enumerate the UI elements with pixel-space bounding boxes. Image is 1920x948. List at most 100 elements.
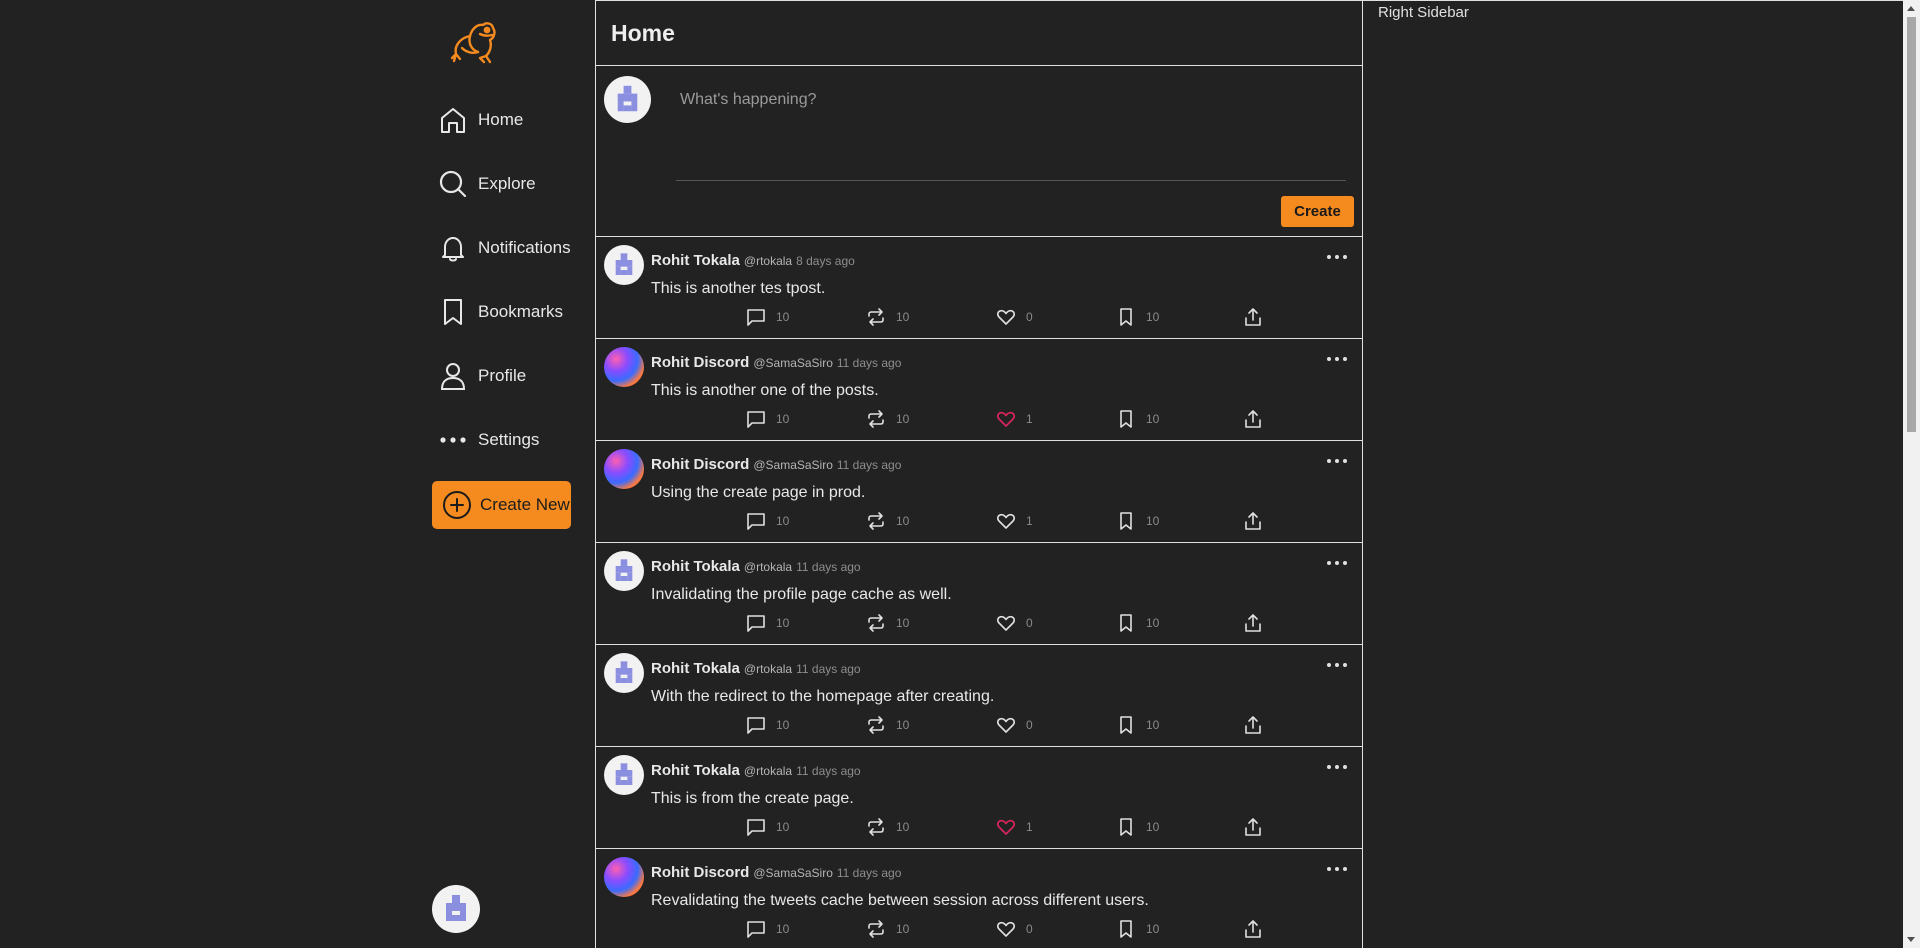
nav-item-settings[interactable]: Settings bbox=[438, 418, 598, 462]
like-button[interactable]: 0 bbox=[996, 307, 1033, 327]
post-author-name[interactable]: Rohit Discord bbox=[651, 354, 749, 371]
bookmark-button[interactable]: 10 bbox=[1116, 409, 1159, 429]
post-author-name[interactable]: Rohit Discord bbox=[651, 864, 749, 881]
post-avatar[interactable] bbox=[604, 347, 644, 387]
post-item[interactable]: Rohit Tokala @rtokala 11 days ago Invali… bbox=[596, 543, 1362, 645]
create-new-button[interactable]: Create New bbox=[432, 481, 571, 529]
share-button[interactable] bbox=[1243, 613, 1273, 633]
share-button[interactable] bbox=[1243, 919, 1273, 939]
like-button[interactable]: 1 bbox=[996, 409, 1033, 429]
post-actions: 10 10 0 10 bbox=[746, 715, 1266, 739]
post-author-handle[interactable]: @rtokala bbox=[744, 662, 792, 676]
post-author-handle[interactable]: @rtokala bbox=[744, 764, 792, 778]
post-author-name[interactable]: Rohit Tokala bbox=[651, 558, 740, 575]
post-author-handle[interactable]: @SamaSaSiro bbox=[753, 356, 833, 370]
post-avatar[interactable] bbox=[604, 755, 644, 795]
retweet-button[interactable]: 10 bbox=[866, 715, 909, 735]
comment-button[interactable]: 10 bbox=[746, 613, 789, 633]
post-avatar[interactable] bbox=[604, 245, 644, 285]
like-button[interactable]: 0 bbox=[996, 715, 1033, 735]
page-scrollbar[interactable] bbox=[1903, 0, 1920, 948]
post-timestamp: 8 days ago bbox=[796, 254, 855, 268]
retweet-button[interactable]: 10 bbox=[866, 409, 909, 429]
post-item[interactable]: Rohit Tokala @rtokala 11 days ago With t… bbox=[596, 645, 1362, 747]
heart-icon bbox=[997, 921, 1015, 937]
comment-count: 10 bbox=[776, 922, 790, 936]
identicon-icon bbox=[615, 253, 633, 275]
post-item[interactable]: Rohit Discord @SamaSaSiro 11 days ago Re… bbox=[596, 849, 1362, 948]
share-button[interactable] bbox=[1243, 817, 1273, 837]
nav-item-home[interactable]: Home bbox=[438, 98, 598, 142]
post-text: Invalidating the profile page cache as w… bbox=[651, 586, 952, 603]
post-more-options-icon[interactable] bbox=[1327, 861, 1347, 877]
post-timestamp: 11 days ago bbox=[836, 866, 902, 880]
share-button[interactable] bbox=[1243, 307, 1273, 327]
post-item[interactable]: Rohit Discord @SamaSaSiro 11 days ago Us… bbox=[596, 441, 1362, 543]
post-author-handle[interactable]: @SamaSaSiro bbox=[753, 458, 833, 472]
post-author-name[interactable]: Rohit Tokala bbox=[651, 762, 740, 779]
comment-button[interactable]: 10 bbox=[746, 817, 789, 837]
bookmark-button[interactable]: 10 bbox=[1116, 817, 1159, 837]
like-button[interactable]: 0 bbox=[996, 613, 1033, 633]
share-button[interactable] bbox=[1243, 715, 1273, 735]
bookmark-button[interactable]: 10 bbox=[1116, 919, 1159, 939]
post-more-options-icon[interactable] bbox=[1327, 657, 1347, 673]
comment-count: 10 bbox=[776, 820, 790, 834]
feed-header: Home bbox=[596, 1, 1362, 66]
post-author-name[interactable]: Rohit Tokala bbox=[651, 252, 740, 269]
nav-item-notifications[interactable]: Notifications bbox=[438, 226, 598, 270]
comment-button[interactable]: 10 bbox=[746, 919, 789, 939]
nav-label: Profile bbox=[478, 366, 527, 385]
retweet-button[interactable]: 10 bbox=[866, 307, 909, 327]
post-item[interactable]: Rohit Tokala @rtokala 11 days ago This i… bbox=[596, 747, 1362, 849]
post-timestamp: 11 days ago bbox=[836, 356, 902, 370]
bookmark-count: 10 bbox=[1146, 412, 1160, 426]
like-button[interactable]: 1 bbox=[996, 817, 1033, 837]
heart-icon bbox=[997, 513, 1015, 529]
post-item[interactable]: Rohit Tokala @rtokala 8 days ago This is… bbox=[596, 237, 1362, 339]
nav-item-profile[interactable]: Profile bbox=[438, 354, 598, 398]
scroll-thumb[interactable] bbox=[1907, 17, 1916, 432]
share-icon bbox=[1245, 410, 1261, 428]
post-author-handle[interactable]: @rtokala bbox=[744, 254, 792, 268]
scroll-up-arrow-icon[interactable] bbox=[1907, 6, 1915, 11]
retweet-button[interactable]: 10 bbox=[866, 511, 909, 531]
post-author-name[interactable]: Rohit Tokala bbox=[651, 660, 740, 677]
nav-item-bookmarks[interactable]: Bookmarks bbox=[438, 290, 598, 334]
bookmark-button[interactable]: 10 bbox=[1116, 511, 1159, 531]
post-more-options-icon[interactable] bbox=[1327, 249, 1347, 265]
post-item[interactable]: Rohit Discord @SamaSaSiro 11 days ago Th… bbox=[596, 339, 1362, 441]
share-button[interactable] bbox=[1243, 511, 1273, 531]
post-avatar[interactable] bbox=[604, 857, 644, 897]
bookmark-count: 10 bbox=[1146, 718, 1160, 732]
frog-logo-icon[interactable] bbox=[450, 18, 498, 64]
comment-button[interactable]: 10 bbox=[746, 409, 789, 429]
like-button[interactable]: 1 bbox=[996, 511, 1033, 531]
post-more-options-icon[interactable] bbox=[1327, 351, 1347, 367]
retweet-button[interactable]: 10 bbox=[866, 919, 909, 939]
retweet-button[interactable]: 10 bbox=[866, 817, 909, 837]
compose-input[interactable] bbox=[676, 76, 1346, 181]
post-author-handle[interactable]: @rtokala bbox=[744, 560, 792, 574]
share-button[interactable] bbox=[1243, 409, 1273, 429]
post-avatar[interactable] bbox=[604, 449, 644, 489]
post-author-handle[interactable]: @SamaSaSiro bbox=[753, 866, 833, 880]
post-more-options-icon[interactable] bbox=[1327, 453, 1347, 469]
retweet-button[interactable]: 10 bbox=[866, 613, 909, 633]
scroll-down-arrow-icon[interactable] bbox=[1907, 937, 1915, 942]
post-more-options-icon[interactable] bbox=[1327, 759, 1347, 775]
bookmark-button[interactable]: 10 bbox=[1116, 307, 1159, 327]
comment-button[interactable]: 10 bbox=[746, 511, 789, 531]
post-avatar[interactable] bbox=[604, 653, 644, 693]
bookmark-button[interactable]: 10 bbox=[1116, 613, 1159, 633]
comment-button[interactable]: 10 bbox=[746, 307, 789, 327]
bookmark-button[interactable]: 10 bbox=[1116, 715, 1159, 735]
post-more-options-icon[interactable] bbox=[1327, 555, 1347, 571]
comment-button[interactable]: 10 bbox=[746, 715, 789, 735]
create-post-button[interactable]: Create bbox=[1281, 196, 1354, 227]
post-avatar[interactable] bbox=[604, 551, 644, 591]
like-button[interactable]: 0 bbox=[996, 919, 1033, 939]
post-author-name[interactable]: Rohit Discord bbox=[651, 456, 749, 473]
account-avatar[interactable] bbox=[432, 885, 480, 933]
nav-item-explore[interactable]: Explore bbox=[438, 162, 598, 206]
